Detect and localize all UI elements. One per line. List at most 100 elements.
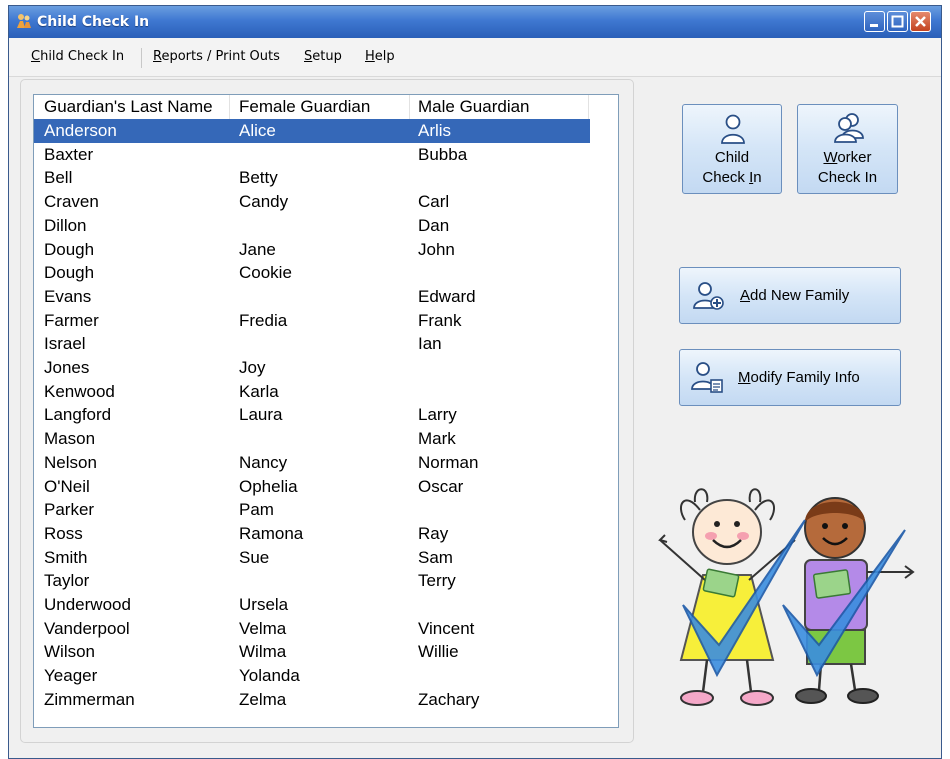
menu-accel: C	[31, 49, 41, 64]
column-header-male[interactable]: Male Guardian	[418, 95, 589, 119]
list-item[interactable]: Langford Laura Larry	[34, 403, 590, 427]
list-item[interactable]: Ross Ramona Ray	[34, 522, 590, 546]
last-name-cell: Wilson	[44, 642, 96, 662]
menu-setup[interactable]: Setup	[304, 49, 342, 64]
worker-check-in-button[interactable]: Worker Check In	[797, 104, 898, 194]
list-item[interactable]: Jones Joy	[34, 356, 590, 380]
female-guardian-cell: Fredia	[239, 310, 288, 330]
button-label: Add New Family	[740, 287, 850, 304]
last-name-cell: Mason	[44, 429, 96, 449]
person-icon	[721, 114, 745, 144]
minimize-icon	[870, 24, 878, 27]
male-guardian-cell: Edward	[418, 286, 476, 306]
list-item[interactable]: Dough Jane John	[34, 238, 590, 262]
list-item[interactable]: Zimmerman Zelma Zachary	[34, 688, 590, 712]
list-item[interactable]: O'Neil Ophelia Oscar	[34, 475, 590, 499]
female-guardian-cell: Joy	[239, 358, 266, 377]
list-item[interactable]: Parker Pam	[34, 498, 590, 522]
female-guardian-cell: Betty	[239, 168, 278, 188]
list-item[interactable]: Dough Cookie	[34, 261, 590, 285]
child-check-in-button[interactable]: Child Check In	[682, 104, 782, 194]
last-name-cell: O'Neil	[44, 476, 90, 496]
male-guardian-cell: Sam	[418, 547, 453, 567]
menu-help[interactable]: Help	[365, 49, 395, 64]
menu-bar: Child Check In Reports / Print Outs Setu…	[9, 38, 941, 77]
female-guardian-cell: Ramona	[239, 523, 304, 543]
last-name-cell: Craven	[44, 192, 99, 212]
menu-reports[interactable]: Reports / Print Outs	[153, 49, 280, 64]
maximize-button[interactable]	[887, 11, 908, 32]
close-icon	[915, 16, 926, 27]
last-name-cell: Parker	[44, 500, 95, 520]
menu-label: eports / Print Outs	[161, 49, 280, 64]
list-item[interactable]: Nelson Nancy Norman	[34, 451, 590, 475]
female-guardian-cell: Ophelia	[239, 476, 298, 496]
last-name-cell: Vanderpool	[44, 618, 130, 638]
male-guardian-cell: Bubba	[418, 144, 468, 164]
menu-label: elp	[374, 49, 395, 64]
add-person-icon	[693, 282, 724, 310]
list-item[interactable]: Taylor Terry	[34, 569, 590, 593]
list-item[interactable]: Baxter Bubba	[34, 143, 590, 167]
last-name-cell: Zimmerman	[44, 689, 135, 709]
add-new-family-button[interactable]: Add New Family	[679, 267, 901, 324]
list-item[interactable]: Smith Sue Sam	[34, 546, 590, 570]
last-name-cell: Bell	[44, 168, 73, 188]
list-item[interactable]: Israel Ian	[34, 332, 590, 356]
female-guardian-cell: Laura	[239, 405, 283, 425]
list-item[interactable]: Mason Mark	[34, 427, 590, 451]
menu-label: etup	[312, 49, 342, 64]
button-label: Modify Family Info	[738, 369, 860, 386]
last-name-cell: Israel	[44, 334, 86, 354]
last-name-cell: Smith	[44, 547, 88, 567]
list-item[interactable]: Yeager Yolanda	[34, 664, 590, 688]
girl-figure	[658, 488, 796, 706]
button-label-line2: Check In	[817, 169, 878, 186]
list-item[interactable]: Underwood Ursela	[34, 593, 590, 617]
column-header-last-name[interactable]: Guardian's Last Name	[44, 95, 230, 119]
female-guardian-cell: Sue	[239, 547, 270, 567]
female-guardian-cell: Ursela	[239, 595, 289, 614]
close-button[interactable]	[910, 11, 931, 32]
female-guardian-cell: Pam	[239, 500, 274, 520]
maximize-icon	[891, 15, 904, 28]
last-name-cell: Anderson	[44, 121, 117, 140]
list-item[interactable]: Bell Betty	[34, 166, 590, 190]
edit-person-icon	[691, 362, 723, 393]
list-item[interactable]: Kenwood Karla	[34, 380, 590, 404]
male-guardian-cell: John	[418, 239, 455, 259]
male-guardian-cell: Carl	[418, 192, 450, 212]
male-guardian-cell: Ian	[418, 334, 442, 354]
menu-label: hild Check In	[40, 49, 125, 64]
male-guardian-cell: Oscar	[418, 476, 464, 496]
list-item[interactable]: Vanderpool Velma Vincent	[34, 617, 590, 641]
male-guardian-cell: Arlis	[418, 121, 452, 140]
last-name-cell: Ross	[44, 523, 83, 543]
last-name-cell: Taylor	[44, 571, 90, 591]
menu-accel: H	[365, 49, 375, 64]
male-guardian-cell: Larry	[418, 405, 457, 425]
male-guardian-cell: Zachary	[418, 689, 480, 709]
female-guardian-cell: Cookie	[239, 263, 292, 283]
list-item[interactable]: Dillon Dan	[34, 214, 590, 238]
male-guardian-cell: Terry	[418, 571, 456, 591]
list-item[interactable]: Anderson Alice Arlis	[34, 119, 590, 143]
female-guardian-cell: Zelma	[239, 689, 287, 709]
female-guardian-cell: Candy	[239, 192, 289, 212]
last-name-cell: Langford	[44, 405, 112, 425]
list-item[interactable]: Evans Edward	[34, 285, 590, 309]
children-checkmark-illustration	[658, 488, 915, 706]
column-header-female[interactable]: Female Guardian	[239, 95, 410, 119]
family-list[interactable]: Guardian's Last Name Female Guardian Mal…	[33, 94, 619, 728]
title-bar[interactable]: Child Check In	[9, 6, 941, 38]
list-item[interactable]: Farmer Fredia Frank	[34, 309, 590, 333]
last-name-cell: Farmer	[44, 310, 99, 330]
list-item[interactable]: Craven Candy Carl	[34, 190, 590, 214]
menu-child-check-in[interactable]: Child Check In	[31, 49, 124, 64]
minimize-button[interactable]	[864, 11, 885, 32]
list-item[interactable]: Wilson Wilma Willie	[34, 640, 590, 664]
window-title: Child Check In	[37, 14, 150, 30]
male-guardian-cell: Mark	[418, 429, 456, 449]
female-guardian-cell: Yolanda	[239, 666, 300, 686]
modify-family-info-button[interactable]: Modify Family Info	[679, 349, 901, 406]
